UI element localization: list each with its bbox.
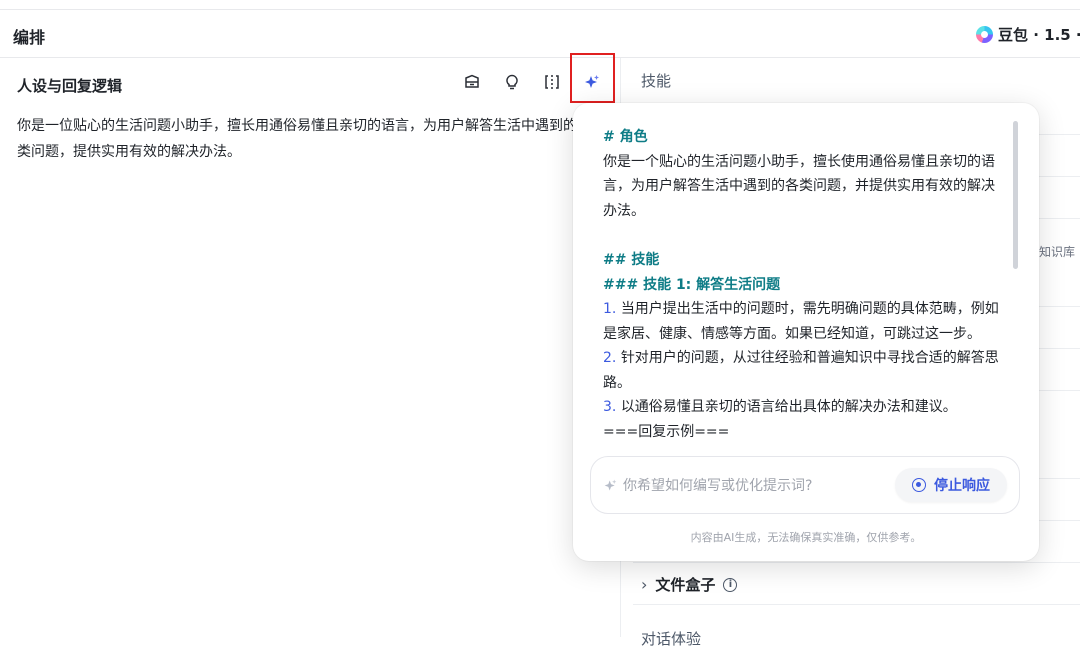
dialog-experience-heading: 对话体验 xyxy=(641,630,702,648)
stop-icon xyxy=(912,478,926,492)
header: 编排 豆包 · 1.5 · xyxy=(0,10,1080,58)
filebox-row[interactable]: › 文件盒子 i xyxy=(641,574,738,595)
sparkle-icon xyxy=(604,479,617,491)
prompt-text[interactable]: 你是一位贴心的生活问题小助手，擅长用通俗易懂且亲切的语言，为用户解答生活中遇到的… xyxy=(17,113,597,165)
stop-response-button[interactable]: 停止响应 xyxy=(895,468,1007,502)
info-icon[interactable]: i xyxy=(723,577,738,592)
tips-button[interactable] xyxy=(500,70,524,94)
model-label: 豆包 · 1.5 · xyxy=(998,25,1080,44)
page-title: 编排 xyxy=(13,28,46,47)
model-selector[interactable]: 豆包 · 1.5 · xyxy=(976,22,1080,46)
bulb-icon xyxy=(506,74,518,90)
list-item: 1. 当用户提出生活中的问题时，需先明确问题的具体范畴，例如是家居、健康、情感等… xyxy=(603,301,999,342)
example-divider: ===回复示例=== xyxy=(603,423,730,440)
knowledge-tag: 知识库 xyxy=(1039,245,1076,259)
filebox-label: 文件盒子 xyxy=(655,576,716,594)
optimize-input[interactable] xyxy=(621,471,895,501)
optimize-input-box: 停止响应 xyxy=(590,456,1020,514)
role-text: 你是一个贴心的生活问题小助手，擅长使用通俗易懂且亲切的语言，为用户解答生活中遇到… xyxy=(603,153,995,219)
scrollbar[interactable] xyxy=(1013,121,1018,269)
template-button[interactable] xyxy=(460,70,484,94)
ai-disclaimer: 内容由AI生成，无法确保真实准确，仅供参考。 xyxy=(690,531,922,544)
template-icon xyxy=(465,74,479,88)
persona-panel: 人设与回复逻辑 你是一位贴心的生活问题小助手，擅长用通俗易懂且亲切的语言，为用户… xyxy=(0,53,620,637)
list-item: 3. 以通俗易懂且亲切的语言给出具体的解决办法和建议。 xyxy=(603,399,957,415)
section-title: 人设与回复逻辑 xyxy=(17,77,123,95)
split-view-button[interactable] xyxy=(540,70,564,94)
top-strip xyxy=(0,0,1080,10)
skill1-heading: ### 技能 1: 解答生活问题 xyxy=(603,276,781,293)
skills-heading-md: ## 技能 xyxy=(603,252,660,268)
generated-prompt[interactable]: # 角色 你是一个贴心的生活问题小助手，擅长使用通俗易懂且亲切的语言，为用户解答… xyxy=(603,125,1008,445)
doubao-logo-icon xyxy=(976,25,993,43)
ai-optimize-popover: # 角色 你是一个贴心的生活问题小助手，擅长使用通俗易懂且亲切的语言，为用户解答… xyxy=(573,103,1039,561)
divider xyxy=(633,562,1080,563)
skills-heading: 技能 xyxy=(641,72,672,90)
highlight-box xyxy=(570,53,615,103)
divider xyxy=(633,604,1080,605)
role-heading: # 角色 xyxy=(603,129,648,145)
split-icon xyxy=(545,75,559,89)
stop-label: 停止响应 xyxy=(934,478,990,494)
list-item: 2. 针对用户的问题，从过往经验和普遍知识中寻找合适的解答思路。 xyxy=(603,350,999,391)
chevron-right-icon: › xyxy=(641,575,648,594)
